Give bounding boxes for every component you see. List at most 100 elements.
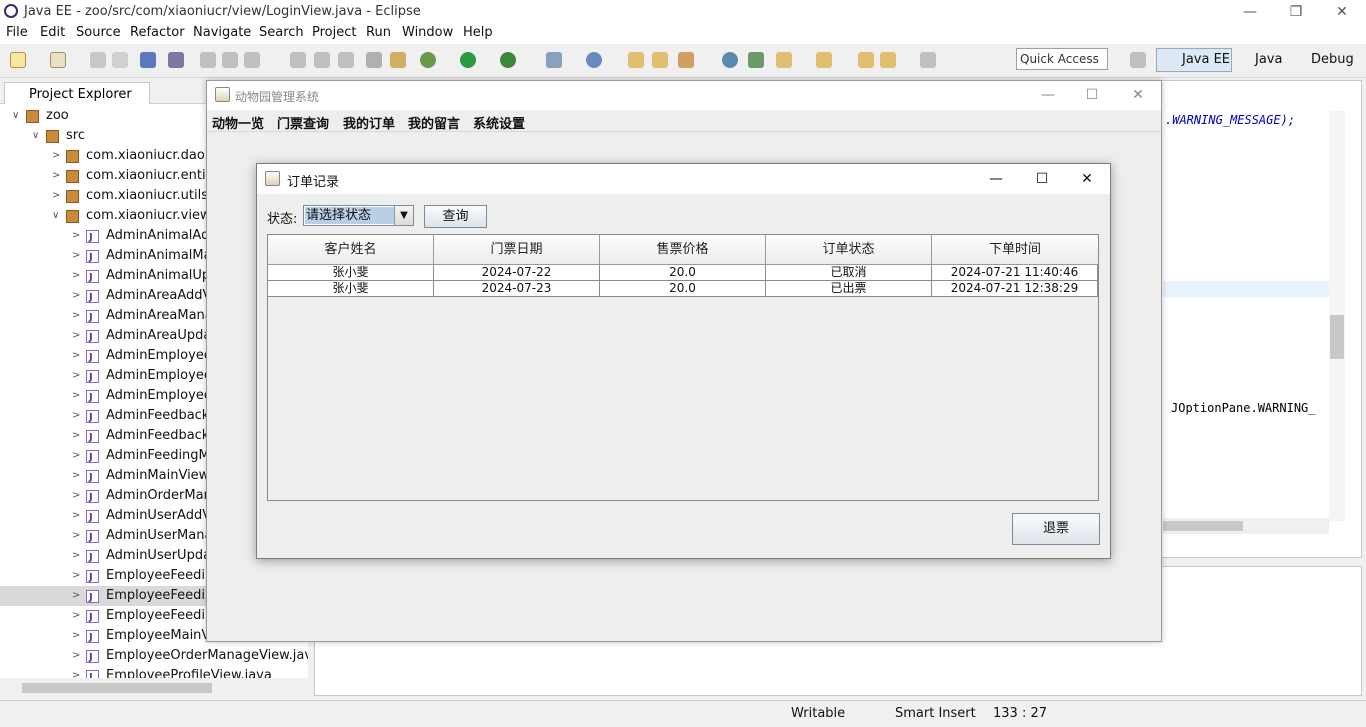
close-button[interactable]: ✕	[1319, 0, 1365, 24]
search-icon[interactable]	[748, 52, 764, 68]
table-cell[interactable]: 20.0	[600, 281, 766, 297]
editor-vertical-scrollbar[interactable]	[1329, 111, 1345, 521]
perspective-java[interactable]: Java	[1255, 52, 1282, 67]
menu-project[interactable]: Project	[312, 25, 356, 40]
chevron-right-icon[interactable]: >	[72, 526, 82, 546]
menu-file[interactable]: File	[6, 25, 28, 40]
dialog-close-button[interactable]: ✕	[1064, 167, 1110, 191]
column-header-customer-name[interactable]: 客户姓名	[268, 235, 434, 265]
table-cell[interactable]: 已取消	[766, 265, 932, 281]
last-edit-icon[interactable]	[858, 52, 874, 68]
open-type-icon[interactable]	[366, 52, 382, 68]
back-icon[interactable]	[880, 52, 896, 68]
open-perspective-icon[interactable]	[1130, 52, 1146, 68]
terminate-icon[interactable]	[244, 52, 260, 68]
table-cell[interactable]: 张小斐	[268, 265, 434, 281]
chevron-right-icon[interactable]: >	[72, 226, 82, 246]
restore-button[interactable]: ❐	[1273, 0, 1319, 24]
run-external-icon[interactable]	[500, 52, 516, 68]
menu-my-orders[interactable]: 我的订单	[343, 113, 395, 132]
chevron-right-icon[interactable]: >	[72, 246, 82, 266]
step-into-icon[interactable]	[290, 52, 306, 68]
dialog-maximize-button[interactable]: ☐	[1019, 167, 1065, 191]
chevron-down-icon[interactable]: ∨	[32, 126, 42, 146]
prev-annotation-icon[interactable]	[816, 52, 832, 68]
chevron-right-icon[interactable]: >	[72, 646, 82, 666]
chevron-right-icon[interactable]: >	[72, 506, 82, 526]
menu-system-settings[interactable]: 系统设置	[473, 113, 525, 132]
chevron-right-icon[interactable]: >	[52, 166, 62, 186]
chevron-right-icon[interactable]: >	[72, 446, 82, 466]
chevron-right-icon[interactable]: >	[72, 406, 82, 426]
chevron-down-icon[interactable]: ∨	[12, 106, 22, 126]
menu-help[interactable]: Help	[463, 25, 493, 40]
tab-project-explorer[interactable]: Project Explorer	[4, 82, 150, 104]
new-package-icon[interactable]	[50, 52, 66, 68]
chevron-right-icon[interactable]: >	[72, 546, 82, 566]
menu-refactor[interactable]: Refactor	[130, 25, 185, 40]
status-filter-select[interactable]: 请选择状态 ▼	[303, 205, 414, 226]
globe-icon[interactable]	[722, 52, 738, 68]
chevron-down-icon[interactable]: ∨	[52, 206, 62, 226]
chevron-right-icon[interactable]: >	[72, 426, 82, 446]
chevron-right-icon[interactable]: >	[72, 566, 82, 586]
open-folder-icon[interactable]	[628, 52, 644, 68]
chevron-right-icon[interactable]: >	[72, 286, 82, 306]
chevron-right-icon[interactable]: >	[72, 626, 82, 646]
chevron-right-icon[interactable]: >	[72, 666, 82, 678]
chevron-right-icon[interactable]: >	[72, 346, 82, 366]
new-icon[interactable]	[10, 52, 26, 68]
chevron-right-icon[interactable]: >	[72, 306, 82, 326]
server-icon[interactable]	[546, 52, 562, 68]
refund-button[interactable]: 退票	[1012, 513, 1100, 545]
save-icon[interactable]	[90, 52, 106, 68]
table-cell[interactable]: 2024-07-21 12:38:29	[932, 281, 1098, 297]
next-annotation-icon[interactable]	[776, 52, 792, 68]
new-class-icon[interactable]	[586, 52, 602, 68]
dialog-minimize-button[interactable]: —	[973, 167, 1019, 191]
debug-icon[interactable]	[420, 52, 436, 68]
chevron-down-icon[interactable]: ▼	[394, 206, 413, 225]
step-return-icon[interactable]	[338, 52, 354, 68]
menu-animals[interactable]: 动物一览	[212, 113, 264, 132]
task-icon[interactable]	[390, 52, 406, 68]
chevron-right-icon[interactable]: >	[72, 486, 82, 506]
table-cell[interactable]: 20.0	[600, 265, 766, 281]
column-header-ticket-date[interactable]: 门票日期	[434, 235, 600, 265]
column-header-order-time[interactable]: 下单时间	[932, 235, 1098, 265]
chevron-right-icon[interactable]: >	[52, 146, 62, 166]
query-button[interactable]: 查询	[424, 205, 487, 228]
chevron-right-icon[interactable]: >	[72, 386, 82, 406]
chevron-right-icon[interactable]: >	[52, 186, 62, 206]
explorer-horizontal-scrollbar[interactable]	[4, 680, 304, 696]
minimize-button[interactable]: —	[1227, 0, 1273, 24]
scrollbar-thumb[interactable]	[1163, 521, 1243, 531]
zoo-maximize-button[interactable]: ☐	[1069, 83, 1115, 107]
editor-horizontal-scrollbar[interactable]	[1163, 518, 1329, 534]
table-cell[interactable]: 2024-07-21 11:40:46	[932, 265, 1098, 281]
console-icon[interactable]	[140, 52, 156, 68]
zoo-close-button[interactable]: ✕	[1115, 83, 1161, 107]
menu-my-messages[interactable]: 我的留言	[408, 113, 460, 132]
resume-icon[interactable]	[200, 52, 216, 68]
perspective-debug[interactable]: Debug	[1311, 52, 1354, 67]
step-over-icon[interactable]	[314, 52, 330, 68]
run-icon[interactable]	[460, 52, 476, 68]
scrollbar-thumb[interactable]	[1330, 315, 1344, 359]
chevron-right-icon[interactable]: >	[72, 606, 82, 626]
suspend-icon[interactable]	[222, 52, 238, 68]
quick-access-input[interactable]: Quick Access	[1016, 48, 1108, 70]
chevron-right-icon[interactable]: >	[72, 266, 82, 286]
forward-icon[interactable]	[920, 52, 936, 68]
column-header-price[interactable]: 售票价格	[600, 235, 766, 265]
open-project-icon[interactable]	[652, 52, 668, 68]
table-cell[interactable]: 2024-07-23	[434, 281, 600, 297]
chevron-right-icon[interactable]: >	[72, 586, 82, 606]
chevron-right-icon[interactable]: >	[72, 466, 82, 486]
menu-edit[interactable]: Edit	[40, 25, 65, 40]
table-cell[interactable]: 2024-07-22	[434, 265, 600, 281]
column-header-order-status[interactable]: 订单状态	[766, 235, 932, 265]
menu-ticket-query[interactable]: 门票查询	[277, 113, 329, 132]
save-all-icon[interactable]	[112, 52, 128, 68]
zoo-minimize-button[interactable]: —	[1025, 83, 1071, 107]
